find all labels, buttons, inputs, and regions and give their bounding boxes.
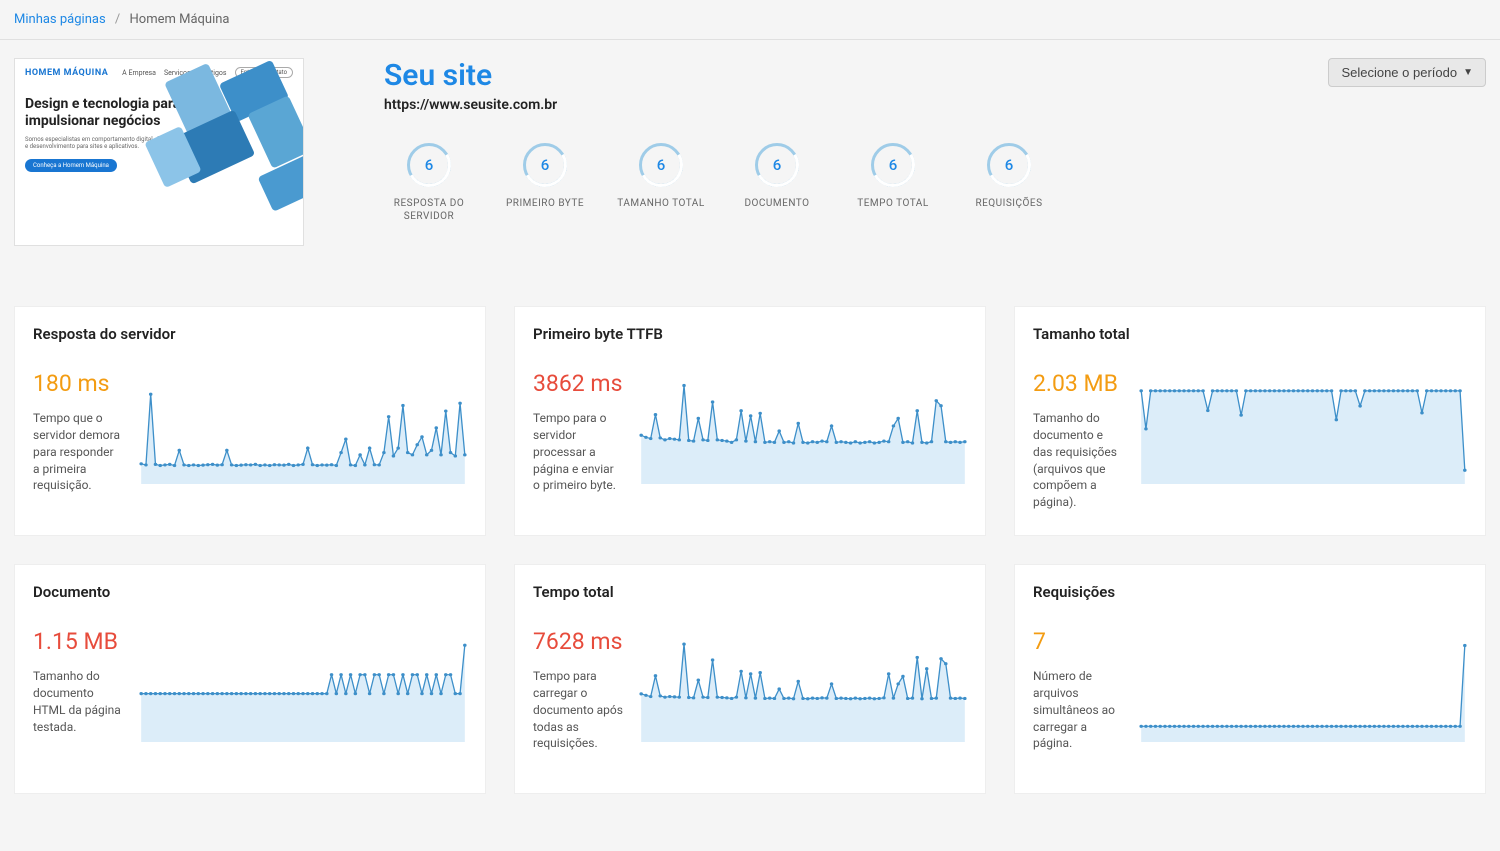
metric-circle: 6 PRIMEIRO BYTE xyxy=(500,143,590,223)
metric-label: PRIMEIRO BYTE xyxy=(506,197,584,210)
metric-panel: Tempo total 7628 ms Tempo para carregar … xyxy=(514,564,986,794)
panel-desc: Número de arquivos simultâneos ao carreg… xyxy=(1033,668,1123,752)
panel-sparkline xyxy=(139,371,467,486)
metric-circle: 6 TEMPO TOTAL xyxy=(848,143,938,223)
period-label: Selecione o período xyxy=(1341,65,1457,80)
period-select-button[interactable]: Selecione o período ▼ xyxy=(1328,58,1486,87)
metric-circle: 6 DOCUMENTO xyxy=(732,143,822,223)
panel-desc: Tamanho do documento e das requisições (… xyxy=(1033,410,1123,511)
site-thumbnail: HOMEM MÁQUINA A Empresa Serviços ▾ Artig… xyxy=(14,58,304,246)
panel-value: 180 ms xyxy=(33,371,123,396)
site-title: Seu site xyxy=(384,58,557,93)
metric-circle: 6 REQUISIÇÕES xyxy=(964,143,1054,223)
breadcrumb-sep: / xyxy=(115,12,120,27)
panel-title: Documento xyxy=(33,583,467,601)
metric-value: 6 xyxy=(755,143,799,187)
breadcrumb-current: Homem Máquina xyxy=(130,12,230,27)
metric-panel: Documento 1.15 MB Tamanho do documento H… xyxy=(14,564,486,794)
panel-desc: Tempo para o servidor processar a página… xyxy=(533,410,623,494)
panel-sparkline xyxy=(139,629,467,744)
metric-label: RESPOSTA DO SERVIDOR xyxy=(384,197,474,223)
panel-desc: Tamanho do documento HTML da página test… xyxy=(33,668,123,735)
metric-value: 6 xyxy=(523,143,567,187)
panel-value: 7628 ms xyxy=(533,629,623,654)
metric-value: 6 xyxy=(987,143,1031,187)
metric-panel: Tamanho total 2.03 MB Tamanho do documen… xyxy=(1014,306,1486,536)
thumb-cta: Conheça a Homem Máquina xyxy=(25,159,117,172)
metric-panel: Requisições 7 Número de arquivos simultâ… xyxy=(1014,564,1486,794)
panel-title: Tamanho total xyxy=(1033,325,1467,343)
panel-title: Requisições xyxy=(1033,583,1467,601)
breadcrumb: Minhas páginas / Homem Máquina xyxy=(0,0,1500,40)
panel-value: 7 xyxy=(1033,629,1123,654)
panel-sparkline xyxy=(639,629,967,744)
panel-desc: Tempo para carregar o documento após tod… xyxy=(533,668,623,752)
thumb-nav-item: A Empresa xyxy=(122,69,156,77)
site-url: https://www.seusite.com.br xyxy=(384,97,557,113)
metric-value: 6 xyxy=(407,143,451,187)
metric-value: 6 xyxy=(871,143,915,187)
caret-down-icon: ▼ xyxy=(1463,67,1473,78)
panel-title: Tempo total xyxy=(533,583,967,601)
breadcrumb-root[interactable]: Minhas páginas xyxy=(14,12,106,27)
panel-title: Primeiro byte TTFB xyxy=(533,325,967,343)
metric-panel: Resposta do servidor 180 ms Tempo que o … xyxy=(14,306,486,536)
panel-value: 1.15 MB xyxy=(33,629,123,654)
panel-value: 3862 ms xyxy=(533,371,623,396)
metric-circle: 6 RESPOSTA DO SERVIDOR xyxy=(384,143,474,223)
metric-label: REQUISIÇÕES xyxy=(975,197,1042,210)
metric-value: 6 xyxy=(639,143,683,187)
metric-label: TAMANHO TOTAL xyxy=(617,197,704,210)
panel-sparkline xyxy=(1139,629,1467,744)
metric-label: TEMPO TOTAL xyxy=(857,197,928,210)
panel-value: 2.03 MB xyxy=(1033,371,1123,396)
panel-sparkline xyxy=(639,371,967,486)
metric-circle: 6 TAMANHO TOTAL xyxy=(616,143,706,223)
thumb-logo: HOMEM MÁQUINA xyxy=(25,68,108,78)
metric-panel: Primeiro byte TTFB 3862 ms Tempo para o … xyxy=(514,306,986,536)
panel-sparkline xyxy=(1139,371,1467,486)
panel-title: Resposta do servidor xyxy=(33,325,467,343)
panel-desc: Tempo que o servidor demora para respond… xyxy=(33,410,123,494)
metric-label: DOCUMENTO xyxy=(744,197,809,210)
